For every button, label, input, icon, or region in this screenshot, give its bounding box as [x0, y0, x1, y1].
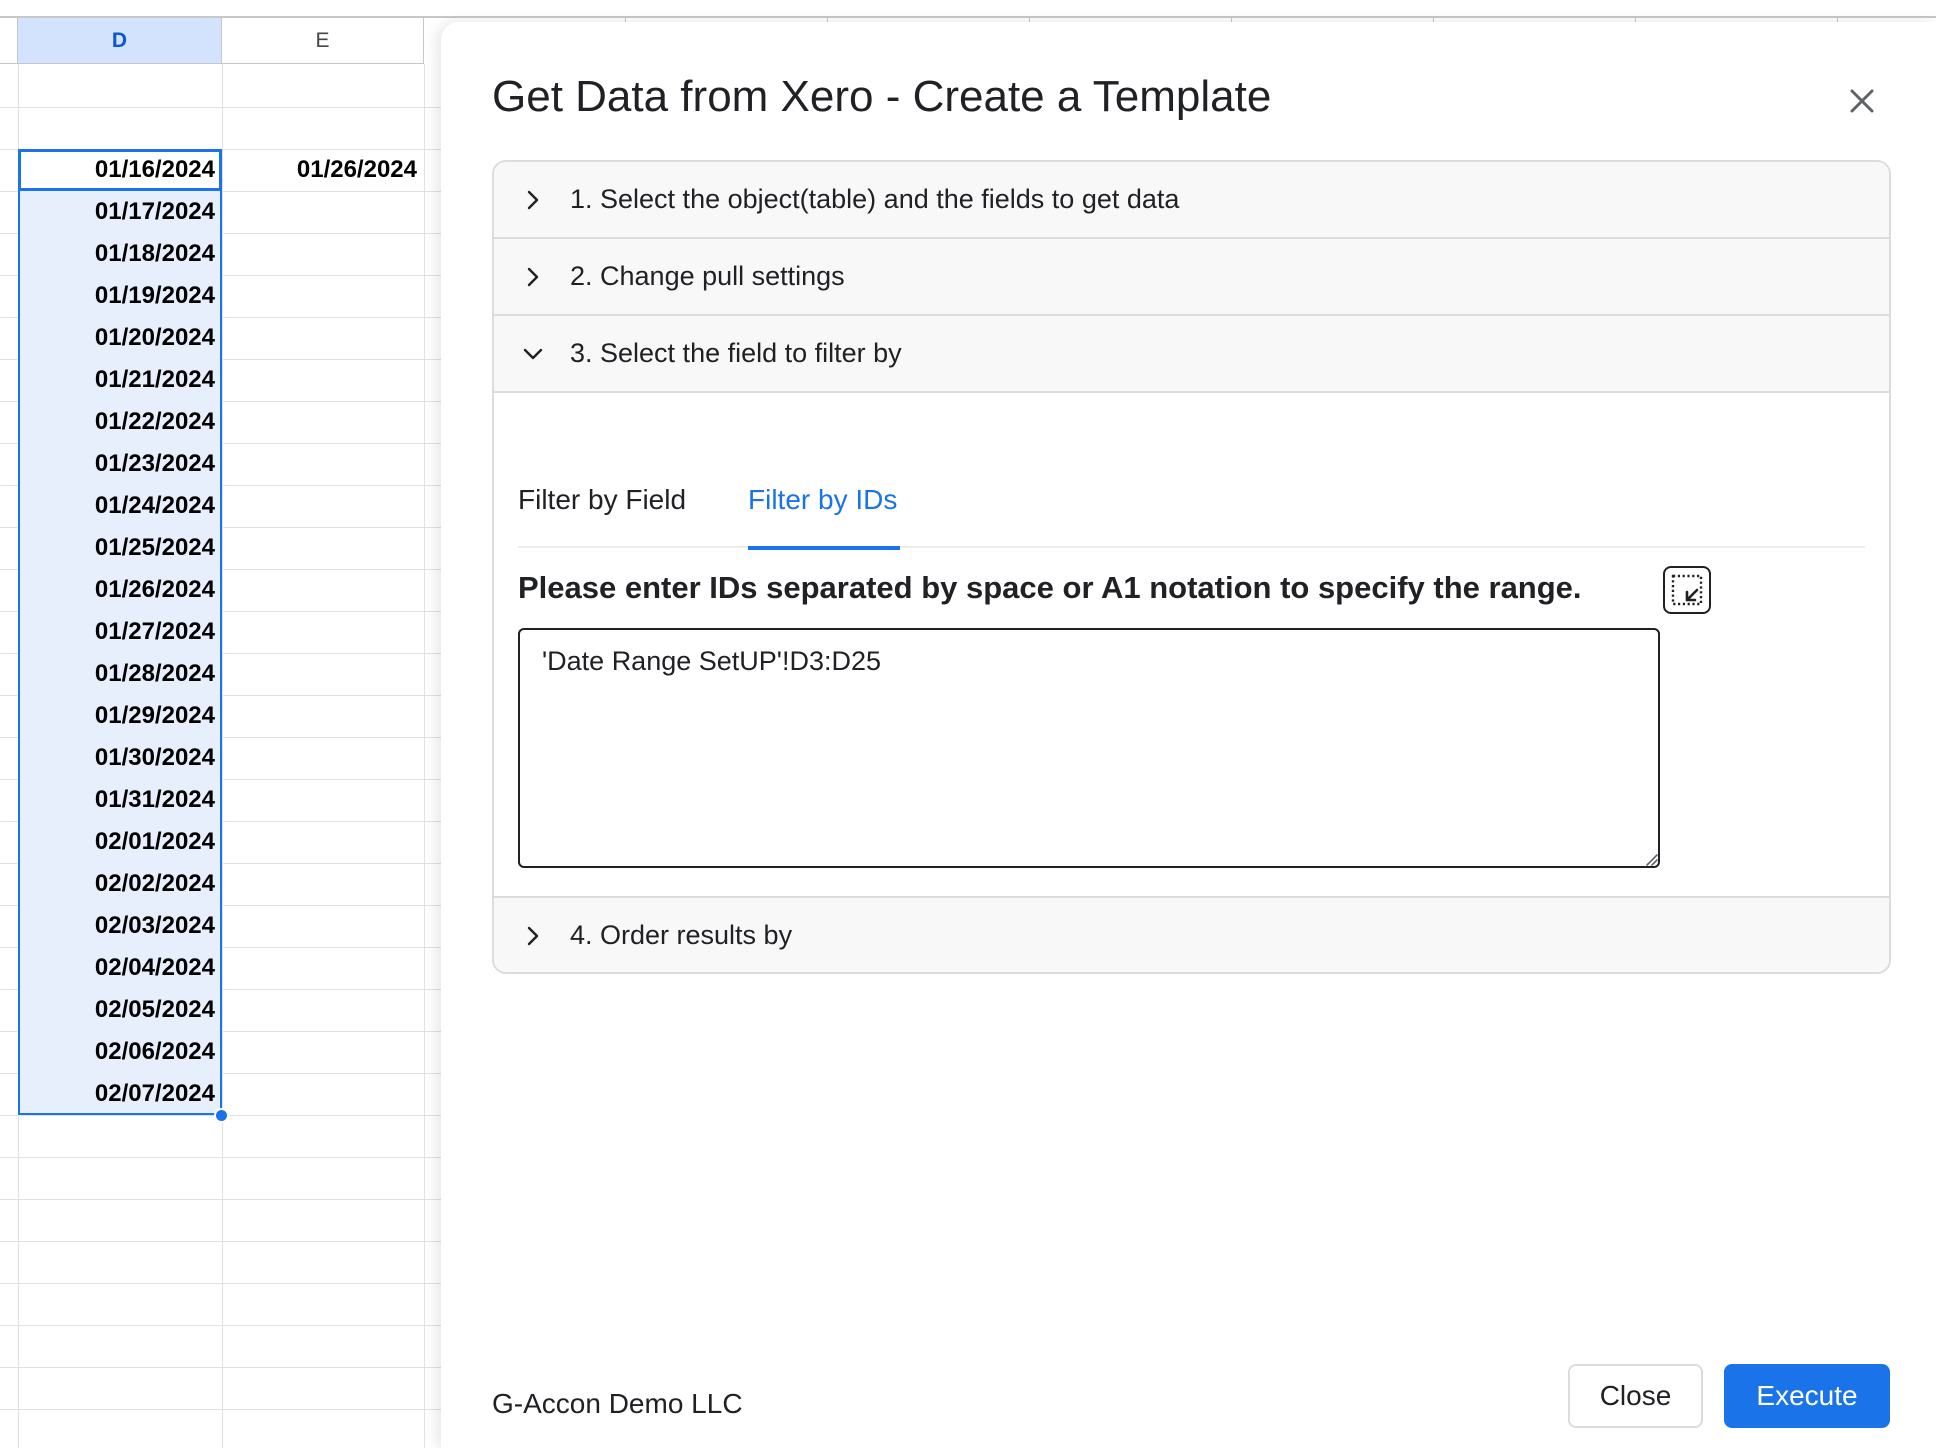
cell-d10[interactable]: 01/23/2024 [18, 443, 222, 485]
grid-line [0, 1283, 441, 1284]
ids-prompt-label: Please enter IDs separated by space or A… [518, 570, 1582, 605]
cell-d11[interactable]: 01/24/2024 [18, 485, 222, 527]
cell-d8[interactable]: 01/21/2024 [18, 359, 222, 401]
cell-d25[interactable]: 02/07/2024 [18, 1073, 222, 1115]
tab-filter-by-ids[interactable]: Filter by IDs [748, 452, 900, 550]
section-order-results[interactable]: 4. Order results by [494, 896, 1889, 972]
section-label: 2. Change pull settings [570, 261, 845, 291]
grid-line [0, 1199, 441, 1200]
dialog-title: Get Data from Xero - Create a Template [492, 72, 1272, 121]
section-select-object[interactable]: 1. Select the object(table) and the fiel… [494, 162, 1889, 239]
section-label: 1. Select the object(table) and the fiel… [570, 184, 1180, 214]
execute-button[interactable]: Execute [1724, 1364, 1890, 1428]
cell-e3[interactable]: 01/26/2024 [222, 149, 424, 191]
cell-d7[interactable]: 01/20/2024 [18, 317, 222, 359]
section-label: 4. Order results by [570, 920, 793, 950]
section-pull-settings[interactable]: 2. Change pull settings [494, 239, 1889, 316]
cell-d16[interactable]: 01/29/2024 [18, 695, 222, 737]
cell-d13[interactable]: 01/26/2024 [18, 569, 222, 611]
chevron-right-icon [520, 923, 546, 949]
section-label: 3. Select the field to filter by [570, 338, 902, 368]
column-header-d[interactable]: D [18, 18, 222, 64]
cell-d17[interactable]: 01/30/2024 [18, 737, 222, 779]
cell-d24[interactable]: 02/06/2024 [18, 1031, 222, 1073]
column-header-e[interactable]: E [222, 18, 424, 64]
column-header-c-edge [0, 18, 18, 64]
grid-line [0, 1325, 441, 1326]
cell-d19[interactable]: 02/01/2024 [18, 821, 222, 863]
cell-d12[interactable]: 01/25/2024 [18, 527, 222, 569]
close-button[interactable]: Close [1568, 1364, 1703, 1428]
cell-d6[interactable]: 01/19/2024 [18, 275, 222, 317]
cell-d18[interactable]: 01/31/2024 [18, 779, 222, 821]
cell-d15[interactable]: 01/28/2024 [18, 653, 222, 695]
tab-filter-by-field[interactable]: Filter by Field [518, 452, 688, 548]
cell-d4[interactable]: 01/17/2024 [18, 191, 222, 233]
select-range-icon[interactable] [1663, 566, 1711, 614]
grid-line [0, 1157, 441, 1158]
cell-d9[interactable]: 01/22/2024 [18, 401, 222, 443]
cell-d20[interactable]: 02/02/2024 [18, 863, 222, 905]
get-data-dialog: Get Data from Xero - Create a Template 1… [441, 22, 1936, 1448]
grid-line [0, 1367, 441, 1368]
section-filter-field[interactable]: 3. Select the field to filter by [494, 316, 1889, 393]
resize-grip-icon[interactable] [1644, 852, 1658, 866]
grid-line [0, 1241, 441, 1242]
chevron-right-icon [520, 187, 546, 213]
chevron-down-icon [520, 341, 546, 367]
cell-d14[interactable]: 01/27/2024 [18, 611, 222, 653]
template-steps-accordion: 1. Select the object(table) and the fiel… [492, 160, 1891, 974]
organization-name: G-Accon Demo LLC [492, 1388, 743, 1419]
cell-d22[interactable]: 02/04/2024 [18, 947, 222, 989]
chevron-right-icon [520, 264, 546, 290]
cell-d21[interactable]: 02/03/2024 [18, 905, 222, 947]
cell-d5[interactable]: 01/18/2024 [18, 233, 222, 275]
close-icon[interactable] [1843, 82, 1881, 120]
cell-d3[interactable]: 01/16/2024 [18, 149, 222, 191]
grid-line [0, 107, 441, 108]
filter-tabs: Filter by Field Filter by IDs [518, 452, 1865, 550]
ids-input[interactable]: 'Date Range SetUP'!D3:D25 [518, 628, 1660, 868]
grid-line [0, 1409, 441, 1410]
cell-d23[interactable]: 02/05/2024 [18, 989, 222, 1031]
fill-handle[interactable] [214, 1108, 229, 1123]
